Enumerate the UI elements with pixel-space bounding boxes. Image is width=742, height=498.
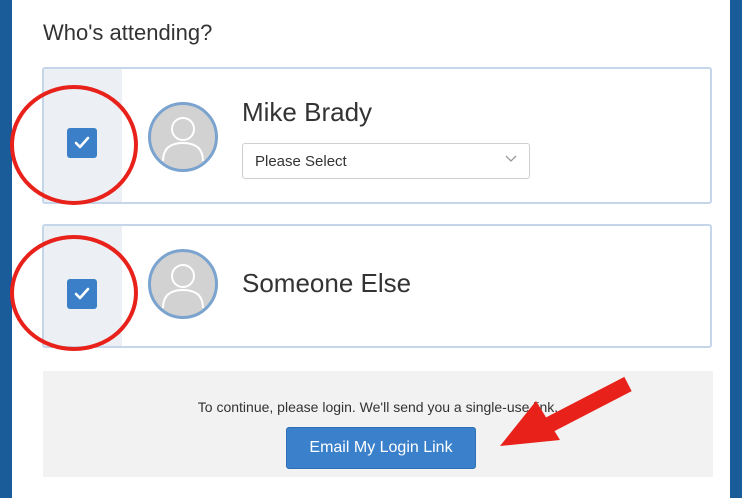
attendee-card-mike-brady: Mike Brady Please Select	[42, 67, 712, 204]
chevron-down-icon	[505, 155, 517, 162]
attendee-card-someone-else: Someone Else	[42, 224, 712, 348]
attendee-name: Someone Else	[242, 268, 412, 298]
attendee-name: Mike Brady	[242, 97, 373, 127]
user-icon	[162, 117, 204, 162]
select-value: Please Select	[255, 153, 347, 170]
checkmark-icon	[74, 287, 90, 300]
checkbox-column	[44, 226, 122, 346]
login-prompt: To continue, please login. We'll send yo…	[43, 371, 713, 477]
page-title: Who's attending?	[43, 20, 213, 45]
avatar	[148, 249, 218, 319]
login-message: To continue, please login. We'll send yo…	[197, 399, 559, 415]
avatar	[148, 102, 218, 172]
email-login-link-button[interactable]: Email My Login Link	[286, 427, 476, 469]
attendee-select[interactable]: Please Select	[242, 143, 530, 179]
attendee-checkbox[interactable]	[67, 279, 97, 309]
attendee-checkbox[interactable]	[67, 128, 97, 158]
checkmark-icon	[74, 136, 90, 149]
checkbox-column	[44, 69, 122, 202]
user-icon	[162, 264, 204, 309]
attendance-panel: Who's attending? Mike Brady Please Selec…	[12, 0, 730, 498]
